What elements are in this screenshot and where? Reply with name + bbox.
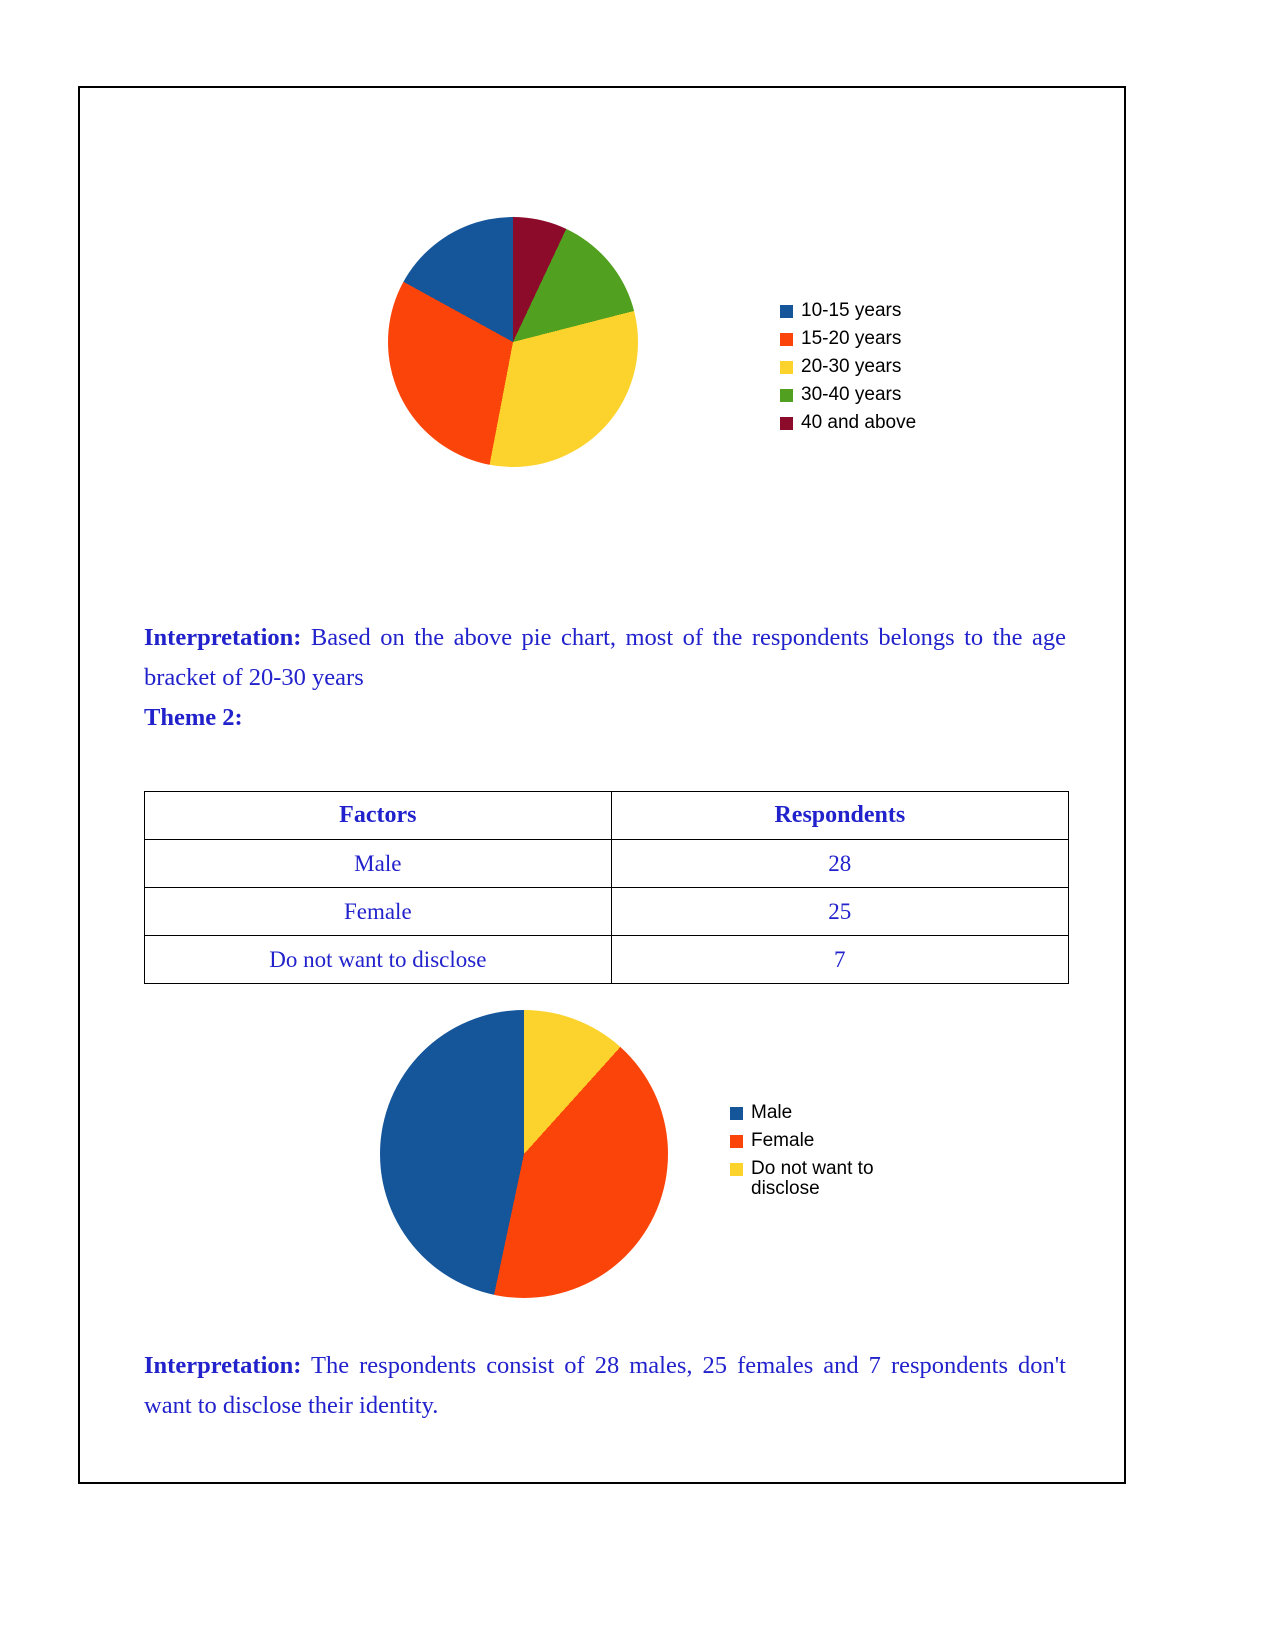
gender-pie-chart (380, 1010, 668, 1298)
table-cell-respondents: 25 (610, 887, 1070, 936)
interpretation-paragraph-2: Interpretation: The respondents consist … (144, 1346, 1066, 1426)
legend-item: 15-20 years (780, 329, 916, 349)
table-cell-factor: Female (144, 887, 612, 936)
table-row: Male 28 (144, 839, 1070, 888)
table-header-respondents: Respondents (610, 791, 1070, 840)
legend-item: Male (730, 1103, 874, 1123)
legend-item-label: Do not want to disclose (751, 1158, 874, 1199)
gender-pie-legend: Male Female Do not want to disclose (730, 1103, 874, 1199)
document-page: 10-15 years 15-20 years 20-30 years 30-40 y… (78, 86, 1126, 1484)
age-pie-chart-block: 10-15 years 15-20 years 20-30 years 30-40 y… (80, 88, 1124, 558)
legend-item-label: 30-40 years (801, 384, 902, 405)
legend-item-label: 10-15 years (801, 300, 902, 321)
table-row: Female 25 (144, 887, 1070, 936)
legend-item: 40 and above (780, 413, 916, 433)
legend-item-label: Male (751, 1102, 793, 1123)
age-pie-legend: 10-15 years 15-20 years 20-30 years 30-40 y… (780, 301, 916, 433)
theme-2-heading: Theme 2: (144, 704, 243, 731)
legend-swatch-icon (780, 305, 793, 318)
legend-item: 10-15 years (780, 301, 916, 321)
legend-swatch-icon (780, 389, 793, 402)
legend-swatch-icon (780, 417, 793, 430)
legend-item-label: Female (751, 1130, 815, 1151)
legend-swatch-icon (780, 361, 793, 374)
legend-swatch-icon (730, 1163, 743, 1176)
table-cell-respondents: 7 (610, 935, 1070, 984)
legend-item: 30-40 years (780, 385, 916, 405)
legend-swatch-icon (730, 1135, 743, 1148)
factors-respondents-table: Factors Respondents Male 28 Female 25 Do… (144, 791, 1070, 984)
interpretation-paragraph-1: Interpretation: Based on the above pie c… (144, 618, 1066, 698)
legend-swatch-icon (730, 1107, 743, 1120)
legend-item-label: 15-20 years (801, 328, 902, 349)
table-cell-factor: Do not want to disclose (144, 935, 612, 984)
gender-pie-graphic (380, 1010, 668, 1298)
legend-item: 20-30 years (780, 357, 916, 377)
interpretation-label-1: Interpretation: (144, 624, 302, 651)
age-pie-chart (388, 217, 638, 467)
table-row: Do not want to disclose 7 (144, 935, 1070, 984)
legend-item: Do not want to disclose (730, 1159, 874, 1199)
table-header-factors: Factors (144, 791, 612, 840)
legend-item: Female (730, 1131, 874, 1151)
table-cell-respondents: 28 (610, 839, 1070, 888)
interpretation-label-2: Interpretation: (144, 1352, 302, 1379)
age-pie-graphic (388, 217, 638, 467)
legend-item-label: 20-30 years (801, 356, 902, 377)
legend-item-label: 40 and above (801, 412, 917, 433)
gender-pie-chart-block: Male Female Do not want to disclose (80, 978, 1124, 1338)
legend-swatch-icon (780, 333, 793, 346)
table-cell-factor: Male (144, 839, 612, 888)
table-header-row: Factors Respondents (144, 791, 1070, 840)
